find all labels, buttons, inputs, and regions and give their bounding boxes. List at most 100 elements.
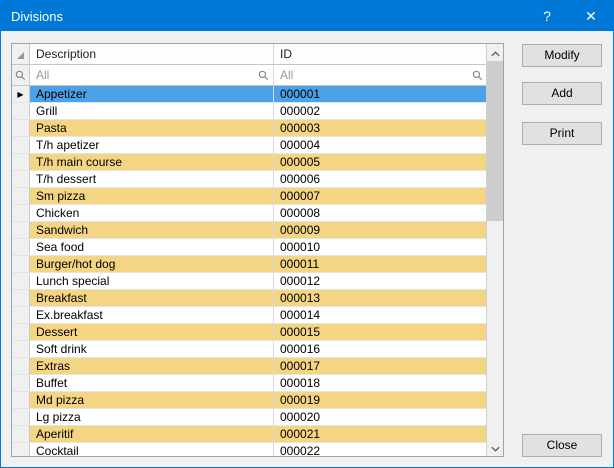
- title-bar[interactable]: Divisions ? ✕: [1, 1, 613, 31]
- grid-row[interactable]: Sea food 000010: [12, 239, 487, 256]
- grid-row[interactable]: Chicken 000008: [12, 205, 487, 222]
- row-id-cell: 000019: [274, 392, 487, 408]
- row-id-cell: 000002: [274, 103, 487, 119]
- row-indicator: [12, 154, 30, 170]
- row-indicator: [12, 375, 30, 391]
- row-id-cell: 000014: [274, 307, 487, 323]
- grid-row[interactable]: Dessert 000015: [12, 324, 487, 341]
- row-indicator: [12, 409, 30, 425]
- grid-row[interactable]: Breakfast 000013: [12, 290, 487, 307]
- scroll-down-button[interactable]: [487, 439, 503, 456]
- print-button[interactable]: Print: [522, 122, 602, 145]
- grid-row[interactable]: Burger/hot dog 000011: [12, 256, 487, 273]
- row-id-cell: 000017: [274, 358, 487, 374]
- grid-body: ▶ Appetizer 000001 Grill 000002 Pasta 00…: [12, 86, 487, 456]
- row-indicator: [12, 188, 30, 204]
- row-description-cell: Appetizer: [30, 86, 274, 102]
- row-description-cell: Pasta: [30, 120, 274, 136]
- search-icon[interactable]: [472, 70, 483, 81]
- grid-row[interactable]: Extras 000017: [12, 358, 487, 375]
- row-id-cell: 000021: [274, 426, 487, 442]
- row-description-cell: Aperitif: [30, 426, 274, 442]
- row-indicator: [12, 120, 30, 136]
- row-description-cell: Ex.breakfast: [30, 307, 274, 323]
- row-id-cell: 000018: [274, 375, 487, 391]
- grid-row[interactable]: Ex.breakfast 000014: [12, 307, 487, 324]
- row-indicator: [12, 137, 30, 153]
- scroll-up-button[interactable]: [487, 44, 503, 61]
- grid-row[interactable]: Buffet 000018: [12, 375, 487, 392]
- titlebar-controls: ? ✕: [525, 1, 613, 31]
- grid-row[interactable]: Pasta 000003: [12, 120, 487, 137]
- window-title: Divisions: [11, 9, 63, 24]
- row-description-cell: Cocktail: [30, 443, 274, 456]
- divisions-grid: Description ID All All: [11, 43, 504, 457]
- row-description-cell: Grill: [30, 103, 274, 119]
- grid-row[interactable]: Md pizza 000019: [12, 392, 487, 409]
- vertical-scrollbar[interactable]: [486, 44, 503, 456]
- description-filter-value: All: [36, 68, 49, 82]
- grid-row[interactable]: Aperitif 000021: [12, 426, 487, 443]
- row-id-cell: 000007: [274, 188, 487, 204]
- scroll-thumb[interactable]: [487, 61, 503, 221]
- row-description-cell: Chicken: [30, 205, 274, 221]
- row-id-cell: 000016: [274, 341, 487, 357]
- row-indicator: ▶: [12, 86, 30, 102]
- row-indicator: [12, 324, 30, 340]
- grid-row[interactable]: Sandwich 000009: [12, 222, 487, 239]
- row-description-cell: Md pizza: [30, 392, 274, 408]
- grid-row[interactable]: T/h main course 000005: [12, 154, 487, 171]
- description-filter-cell[interactable]: All: [30, 65, 274, 85]
- corner-triangle-icon: [17, 52, 24, 59]
- row-description-cell: T/h dessert: [30, 171, 274, 187]
- description-column-header[interactable]: Description: [30, 44, 274, 64]
- grid-row[interactable]: T/h dessert 000006: [12, 171, 487, 188]
- help-button[interactable]: ?: [525, 1, 569, 31]
- modify-button[interactable]: Modify: [522, 44, 602, 67]
- grid-row[interactable]: Sm pizza 000007: [12, 188, 487, 205]
- row-description-cell: Soft drink: [30, 341, 274, 357]
- row-description-cell: Burger/hot dog: [30, 256, 274, 272]
- row-indicator: [12, 222, 30, 238]
- row-id-cell: 000008: [274, 205, 487, 221]
- grid-row[interactable]: Lunch special 000012: [12, 273, 487, 290]
- grid-row[interactable]: Cocktail 000022: [12, 443, 487, 456]
- filter-row: All All: [12, 65, 487, 86]
- row-description-cell: Lunch special: [30, 273, 274, 289]
- row-id-cell: 000013: [274, 290, 487, 306]
- chevron-down-icon: [491, 439, 500, 457]
- row-indicator: [12, 273, 30, 289]
- row-id-cell: 000004: [274, 137, 487, 153]
- row-description-cell: Sea food: [30, 239, 274, 255]
- row-id-cell: 000015: [274, 324, 487, 340]
- grid-row[interactable]: Grill 000002: [12, 103, 487, 120]
- grid-row[interactable]: Soft drink 000016: [12, 341, 487, 358]
- row-description-cell: Lg pizza: [30, 409, 274, 425]
- row-indicator: [12, 392, 30, 408]
- row-description-cell: T/h main course: [30, 154, 274, 170]
- grid-content: Description ID All All: [12, 44, 487, 456]
- select-all-corner[interactable]: [12, 44, 30, 64]
- id-column-header[interactable]: ID: [274, 44, 487, 64]
- row-id-cell: 000009: [274, 222, 487, 238]
- row-indicator: [12, 358, 30, 374]
- close-button[interactable]: ✕: [569, 1, 613, 31]
- filter-indicator-cell[interactable]: [12, 65, 30, 85]
- add-button[interactable]: Add: [522, 82, 602, 105]
- row-indicator: [12, 426, 30, 442]
- grid-header: Description ID: [12, 44, 487, 65]
- grid-row[interactable]: T/h apetizer 000004: [12, 137, 487, 154]
- grid-row[interactable]: Lg pizza 000020: [12, 409, 487, 426]
- row-indicator: [12, 205, 30, 221]
- row-indicator: [12, 256, 30, 272]
- id-filter-cell[interactable]: All: [274, 65, 487, 85]
- row-indicator: [12, 239, 30, 255]
- chevron-up-icon: [491, 44, 500, 62]
- grid-row[interactable]: ▶ Appetizer 000001: [12, 86, 487, 103]
- search-icon[interactable]: [258, 70, 269, 81]
- row-description-cell: Buffet: [30, 375, 274, 391]
- row-id-cell: 000001: [274, 86, 487, 102]
- close-dialog-button[interactable]: Close: [522, 434, 602, 457]
- id-filter-value: All: [280, 68, 293, 82]
- row-indicator: [12, 103, 30, 119]
